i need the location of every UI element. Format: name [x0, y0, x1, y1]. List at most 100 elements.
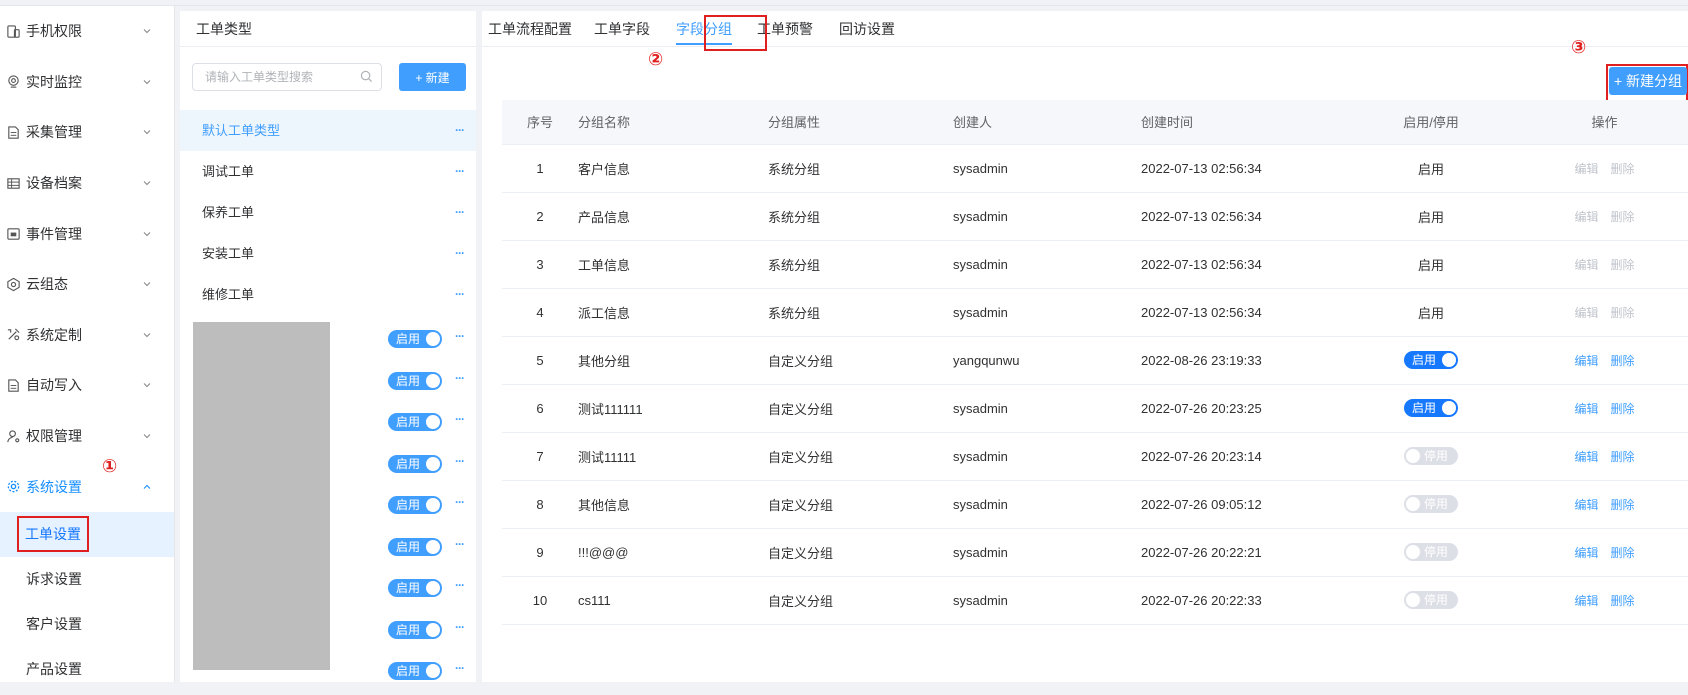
nav-item[interactable]: 实时监控	[0, 57, 174, 108]
edit-link[interactable]: 编辑	[1574, 594, 1598, 608]
nav-item-label: 实时监控	[26, 73, 82, 90]
table-row: 2 产品信息 系统分组 sysadmin 2022-07-13 02:56:34 启用 编辑…	[502, 192, 1688, 241]
enable-toggle[interactable]: 启用	[388, 662, 442, 680]
more-icon[interactable]: ···	[455, 329, 465, 343]
more-icon[interactable]: ···	[455, 412, 465, 426]
type-label: 保养工单	[202, 205, 255, 220]
nav-item[interactable]: 事件管理	[0, 208, 174, 259]
more-icon[interactable]: ···	[455, 454, 465, 468]
nav-item[interactable]: 自动写入	[0, 360, 174, 411]
enable-toggle[interactable]: 启用	[388, 620, 442, 639]
enable-toggle[interactable]: 启用	[388, 537, 442, 556]
delete-link[interactable]: 删除	[1611, 210, 1635, 224]
type-list: 默认工单类型 ··· 调试工单 ··· 保养工单 ··· 安装工单 ··· 维修工单 ···	[180, 110, 476, 315]
toggle-label: 停用	[1424, 449, 1449, 463]
delete-link[interactable]: 删除	[1611, 162, 1635, 176]
more-icon[interactable]: ···	[455, 495, 465, 509]
chevron-down-icon	[143, 332, 151, 338]
edit-link[interactable]: 编辑	[1574, 306, 1598, 320]
type-list-item[interactable]: 安装工单 ···	[180, 233, 476, 274]
delete-link[interactable]: 删除	[1611, 258, 1635, 272]
nav-item[interactable]: 权限管理	[0, 411, 174, 462]
type-list-item[interactable]: 调试工单 ···	[180, 151, 476, 192]
edit-link[interactable]: 编辑	[1574, 258, 1598, 272]
enable-toggle[interactable]: 启用	[388, 413, 442, 431]
nav-item[interactable]: 采集管理	[0, 107, 174, 158]
more-icon[interactable]: ···	[455, 110, 465, 151]
enable-toggle[interactable]: 启用	[388, 330, 442, 348]
more-icon[interactable]: ···	[455, 192, 465, 233]
enable-toggle[interactable]: 启用	[388, 579, 442, 597]
tab[interactable]: 工单字段	[594, 11, 650, 47]
panel-title: 工单类型	[180, 11, 476, 47]
type-list-item[interactable]: 维修工单 ···	[180, 274, 476, 315]
new-group-button[interactable]: + 新建分组	[1609, 67, 1687, 95]
step-marker-1: ①	[102, 456, 118, 477]
more-icon[interactable]: ···	[455, 151, 465, 192]
more-icon[interactable]: ···	[455, 620, 465, 634]
status-toggle[interactable]: 停用	[1404, 447, 1458, 465]
status-toggle[interactable]: 停用	[1404, 495, 1458, 513]
cell-actions: 编辑 删除	[1521, 192, 1688, 241]
enable-toggle[interactable]: 启用	[388, 371, 442, 390]
edit-link[interactable]: 编辑	[1574, 498, 1598, 512]
column-header: 分组名称	[578, 100, 768, 145]
delete-link[interactable]: 删除	[1611, 306, 1635, 320]
tab[interactable]: 回访设置	[839, 11, 895, 47]
type-search-input[interactable]: 请输入工单类型搜索	[192, 63, 382, 91]
toggle-label: 启用	[396, 415, 421, 429]
nav-subitem[interactable]: 工单设置	[0, 511, 174, 557]
nav-item[interactable]: 手机权限	[0, 6, 174, 57]
toggle-knob	[1442, 353, 1456, 367]
new-type-button[interactable]: + 新建	[399, 63, 466, 91]
cell-group-name: 其他分组	[578, 336, 768, 385]
edit-link[interactable]: 编辑	[1574, 546, 1598, 560]
status-toggle[interactable]: 启用	[1404, 399, 1458, 417]
more-icon[interactable]: ···	[455, 233, 465, 274]
more-icon[interactable]: ···	[455, 371, 465, 385]
more-icon[interactable]: ···	[455, 578, 465, 592]
status-toggle[interactable]: 停用	[1404, 543, 1458, 561]
edit-link[interactable]: 编辑	[1574, 450, 1598, 464]
delete-link[interactable]: 删除	[1611, 450, 1635, 464]
tools-icon	[4, 326, 22, 344]
delete-link[interactable]: 删除	[1611, 498, 1635, 512]
edit-link[interactable]: 编辑	[1574, 210, 1598, 224]
delete-link[interactable]: 删除	[1611, 402, 1635, 416]
chevron-down-icon	[143, 282, 151, 287]
enable-toggle[interactable]: 启用	[388, 454, 442, 473]
nav-item[interactable]: 设备档案	[0, 158, 174, 209]
more-icon[interactable]: ···	[455, 661, 465, 675]
column-header: 操作	[1521, 100, 1688, 145]
nav-subitem[interactable]: 产品设置	[0, 647, 174, 692]
tab[interactable]: 工单流程配置	[488, 11, 572, 47]
more-icon[interactable]: ···	[455, 537, 465, 551]
cell-group-name: 派工信息	[578, 288, 768, 337]
cell-status: 停用	[1341, 432, 1521, 481]
delete-link[interactable]: 删除	[1611, 594, 1635, 608]
cell-creator: sysadmin	[953, 480, 1141, 529]
type-list-item[interactable]: 默认工单类型 ···	[180, 110, 476, 151]
edit-link[interactable]: 编辑	[1574, 162, 1598, 176]
status-toggle[interactable]: 启用	[1404, 351, 1458, 369]
delete-link[interactable]: 删除	[1611, 546, 1635, 560]
nav-item[interactable]: 云组态	[0, 259, 174, 310]
type-list-item[interactable]: 保养工单 ···	[180, 192, 476, 233]
status-toggle[interactable]: 停用	[1404, 591, 1458, 609]
more-icon[interactable]: ···	[455, 274, 465, 315]
edit-link[interactable]: 编辑	[1574, 354, 1598, 368]
document-icon	[4, 376, 22, 394]
edit-link[interactable]: 编辑	[1574, 402, 1598, 416]
cell-group-name: 测试11111	[578, 432, 768, 481]
nav-subitem[interactable]: 诉求设置	[0, 557, 174, 602]
toggle-knob	[1442, 401, 1456, 415]
cell-actions: 编辑 删除	[1521, 528, 1688, 577]
nav-item[interactable]: 系统设置	[0, 461, 174, 512]
enable-toggle[interactable]: 启用	[388, 496, 442, 514]
delete-link[interactable]: 删除	[1611, 354, 1635, 368]
nav-subitem[interactable]: 客户设置	[0, 602, 174, 647]
nav-item[interactable]: 系统定制	[0, 310, 174, 361]
cell-group-attr: 自定义分组	[768, 336, 953, 385]
nav-subitem-label: 工单设置	[17, 516, 89, 553]
toggle-label: 启用	[1412, 401, 1437, 415]
